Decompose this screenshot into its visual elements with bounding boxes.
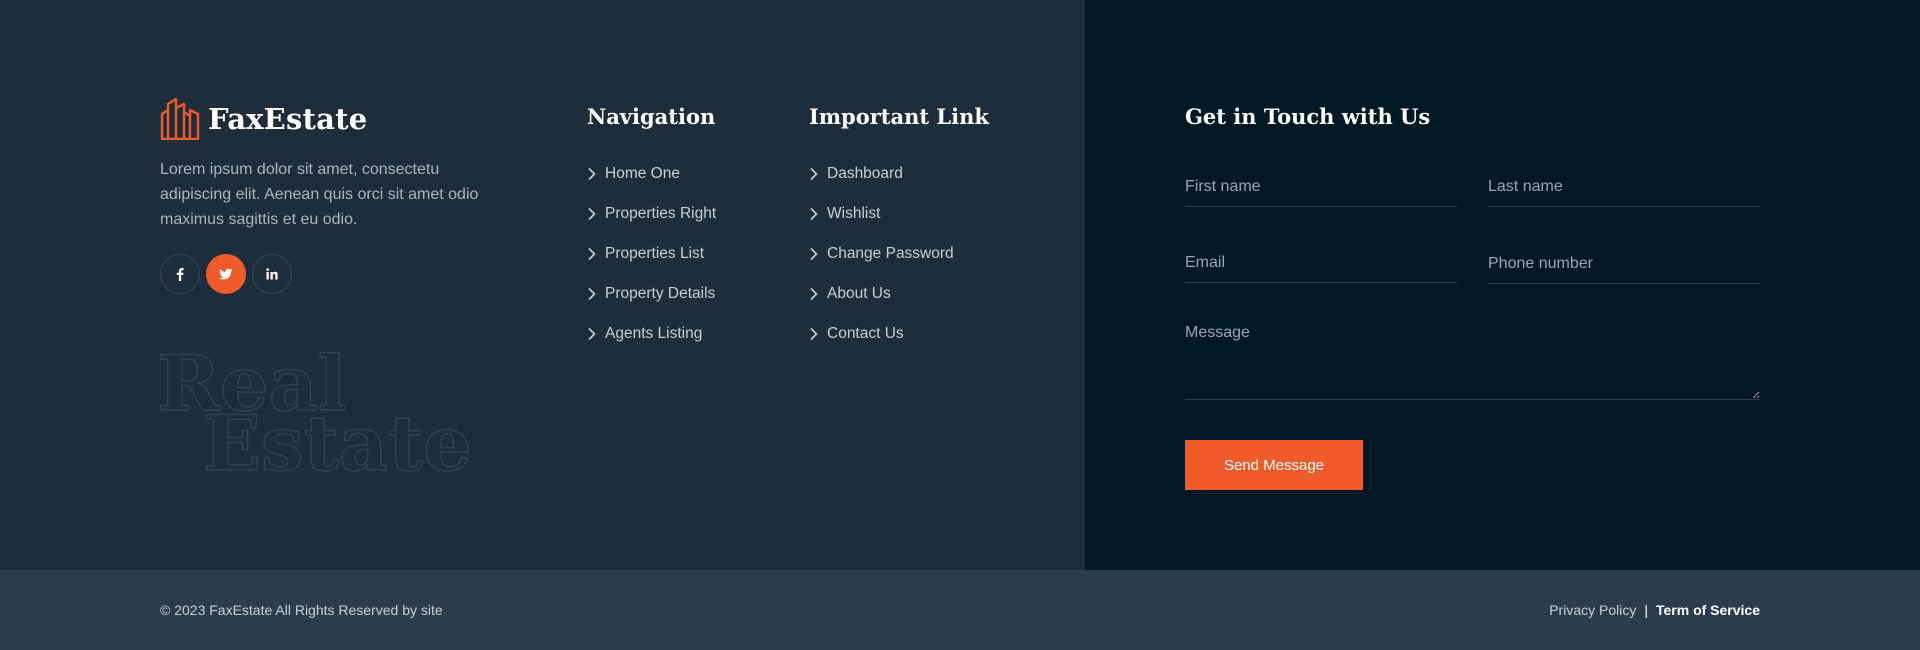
important-link-title: Important Link [809, 104, 989, 129]
brand-description: Lorem ipsum dolor sit amet, consectetu a… [160, 161, 479, 228]
imp-link-label: Contact Us [827, 325, 904, 342]
nav-link-properties-list[interactable]: Properties List [587, 234, 716, 274]
social-links [160, 254, 298, 294]
nav-link-property-details[interactable]: Property Details [587, 274, 716, 314]
navigation-title: Navigation [587, 104, 716, 129]
chevron-right-icon [810, 287, 818, 301]
copyright-text: © 2023 FaxEstate All Rights Reserved by … [160, 602, 443, 618]
imp-link-label: Change Password [827, 245, 954, 262]
nav-link-agents-listing[interactable]: Agents Listing [587, 314, 716, 354]
phone-field[interactable] [1488, 244, 1760, 284]
navigation-column: Navigation Home One Properties Right Pro… [587, 104, 716, 354]
important-link-column: Important Link Dashboard Wishlist Change… [809, 104, 989, 354]
nav-link-label: Property Details [605, 285, 716, 302]
send-message-button[interactable]: Send Message [1185, 440, 1363, 490]
brand-name: FaxEstate [208, 102, 368, 136]
terms-of-service-link[interactable]: Term of Service [1656, 602, 1760, 618]
legal-separator: | [1644, 602, 1648, 618]
contact-panel: Get in Touch with Us Send Message [1085, 0, 1920, 570]
message-field[interactable] [1185, 318, 1760, 400]
privacy-policy-link[interactable]: Privacy Policy [1549, 602, 1636, 618]
chevron-right-icon [588, 167, 596, 181]
footer-top: FaxEstate Lorem ipsum dolor sit amet, co… [0, 0, 1920, 570]
chevron-right-icon [588, 287, 596, 301]
chevron-right-icon [588, 247, 596, 261]
nav-link-home-one[interactable]: Home One [587, 154, 716, 194]
chevron-right-icon [588, 207, 596, 221]
last-name-field[interactable] [1488, 167, 1760, 207]
chevron-right-icon [588, 327, 596, 341]
imp-link-wishlist[interactable]: Wishlist [809, 194, 989, 234]
legal-links: Privacy Policy | Term of Service [1549, 570, 1760, 650]
chevron-right-icon [810, 167, 818, 181]
footer-info-panel: FaxEstate Lorem ipsum dolor sit amet, co… [0, 0, 1085, 570]
facebook-link[interactable] [160, 254, 200, 294]
chevron-right-icon [810, 327, 818, 341]
imp-link-label: Dashboard [827, 165, 903, 182]
first-name-field[interactable] [1185, 167, 1457, 207]
nav-link-label: Home One [605, 165, 680, 182]
imp-link-about-us[interactable]: About Us [809, 274, 989, 314]
chevron-right-icon [810, 207, 818, 221]
contact-title: Get in Touch with Us [1185, 104, 1431, 129]
brand[interactable]: FaxEstate [160, 98, 367, 140]
footer-bottom-bar: © 2023 FaxEstate All Rights Reserved by … [0, 570, 1920, 650]
watermark-line-2: Estate [203, 399, 472, 482]
building-logo-icon [160, 98, 200, 140]
chevron-right-icon [810, 247, 818, 261]
nav-link-label: Agents Listing [605, 325, 703, 342]
imp-link-contact-us[interactable]: Contact Us [809, 314, 989, 354]
imp-link-label: Wishlist [827, 205, 881, 222]
navigation-list: Home One Properties Right Properties Lis… [587, 154, 716, 354]
imp-link-dashboard[interactable]: Dashboard [809, 154, 989, 194]
facebook-icon [176, 268, 184, 281]
important-link-list: Dashboard Wishlist Change Password About… [809, 154, 989, 354]
nav-link-label: Properties List [605, 245, 705, 262]
nav-link-label: Properties Right [605, 205, 717, 222]
twitter-link[interactable] [206, 254, 246, 294]
imp-link-label: About Us [827, 285, 891, 302]
linkedin-icon [266, 268, 278, 280]
nav-link-properties-right[interactable]: Properties Right [587, 194, 716, 234]
imp-link-change-password[interactable]: Change Password [809, 234, 989, 274]
real-estate-watermark: Real Estate [156, 338, 472, 482]
email-field[interactable] [1185, 243, 1457, 283]
twitter-icon [219, 268, 233, 280]
linkedin-link[interactable] [252, 254, 292, 294]
